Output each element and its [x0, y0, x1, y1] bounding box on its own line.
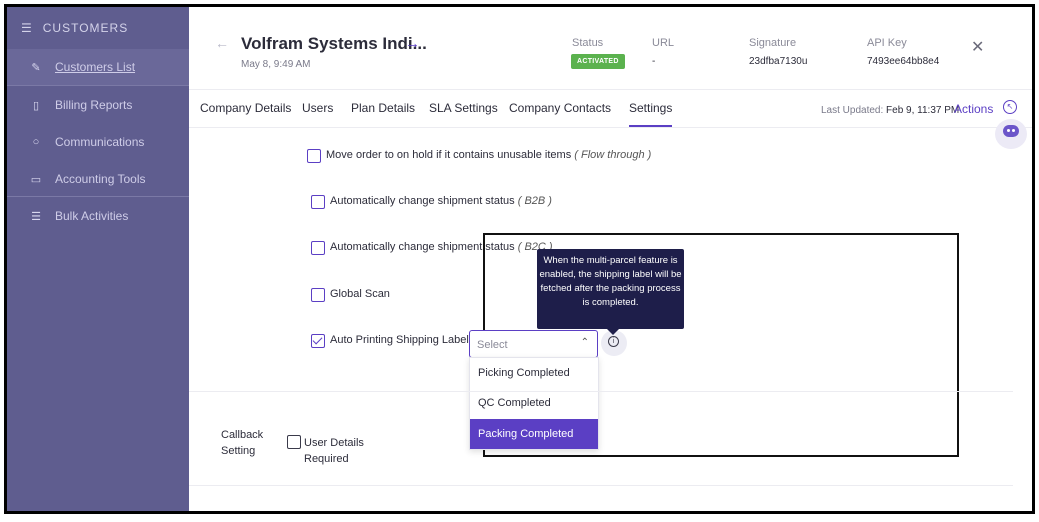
- tab-bar: Company Details Users Plan Details SLA S…: [189, 89, 1032, 128]
- sidebar-header-label: CUSTOMERS: [42, 21, 129, 35]
- user-details-checkbox[interactable]: [287, 435, 301, 449]
- sidebar-item-label: Accounting Tools: [55, 172, 146, 186]
- main-panel: ← Volfram Systems Indi... → May 8, 9:49 …: [189, 7, 1032, 511]
- callback-label-line2: Setting: [221, 445, 256, 457]
- pencil-icon: ✎: [31, 61, 41, 74]
- sidebar-item-accounting-tools[interactable]: ▭ Accounting Tools: [7, 161, 189, 197]
- global-scan-checkbox[interactable]: [311, 288, 325, 302]
- section-divider: [189, 485, 1013, 486]
- customer-header: ← Volfram Systems Indi... → May 8, 9:49 …: [189, 7, 1032, 90]
- option-packing-completed[interactable]: Packing Completed: [470, 419, 598, 449]
- user-details-line1: User Details: [304, 437, 364, 449]
- auto-print-checkbox[interactable]: [311, 334, 325, 348]
- callback-setting-label: Callback Setting: [221, 427, 263, 459]
- change-b2b-label: Automatically change shipment status ( B…: [330, 195, 552, 207]
- sidebar-item-label: Bulk Activities: [55, 209, 129, 223]
- last-updated-label: Last Updated:: [821, 105, 884, 116]
- sidebar-header[interactable]: ☰ CUSTOMERS: [21, 21, 128, 35]
- auto-print-label: Auto Printing Shipping Label: [330, 334, 469, 346]
- option-label: QC Completed: [478, 397, 551, 409]
- api-key-value: 7493ee64bb8e4: [867, 56, 940, 67]
- change-b2c-label: Automatically change shipment status ( B…: [330, 241, 553, 253]
- close-icon[interactable]: ✕: [971, 37, 984, 57]
- signature-value: 23dfba7130u: [749, 56, 808, 67]
- last-updated: Last Updated: Feb 9, 11:37 PM: [821, 105, 959, 116]
- signature-label: Signature: [749, 37, 797, 49]
- change-b2c-checkbox[interactable]: [311, 241, 325, 255]
- change-b2b-text: Automatically change shipment status: [330, 195, 515, 207]
- assistant-bot-icon[interactable]: [995, 119, 1027, 149]
- open-arrow-icon[interactable]: →: [405, 35, 420, 52]
- tab-plan-details[interactable]: Plan Details: [351, 101, 415, 115]
- user-details-label: User Details Required: [304, 435, 364, 467]
- clipboard-icon: ▯: [32, 99, 40, 112]
- ledger-icon: ▭: [30, 173, 42, 186]
- option-label: Packing Completed: [478, 428, 574, 440]
- sidebar-item-billing-reports[interactable]: ▯ Billing Reports: [7, 87, 189, 123]
- url-value: -: [652, 56, 656, 67]
- chevron-up-icon: ⌃: [580, 337, 589, 348]
- change-b2b-note: ( B2B ): [517, 195, 552, 207]
- move-order-label: Move order to on hold if it contains unu…: [326, 149, 651, 161]
- select-dropdown: Picking Completed QC Completed Packing C…: [469, 357, 599, 450]
- sidebar-item-customers-list[interactable]: ✎ Customers List: [7, 49, 189, 85]
- actions-button[interactable]: Actions: [954, 102, 993, 116]
- option-qc-completed[interactable]: QC Completed: [470, 388, 598, 418]
- multi-parcel-tooltip: When the multi-parcel feature is enabled…: [537, 249, 684, 335]
- last-updated-value: Feb 9, 11:37 PM: [886, 105, 960, 116]
- change-b2b-checkbox[interactable]: [311, 195, 325, 209]
- created-date: May 8, 9:49 AM: [241, 59, 311, 70]
- tab-users[interactable]: Users: [302, 101, 333, 115]
- app: ☰ CUSTOMERS ✎ Customers List ▯ Billing R…: [7, 7, 1032, 511]
- sidebar-item-communications[interactable]: ○ Communications: [7, 124, 189, 160]
- screenshot-frame: ☰ CUSTOMERS ✎ Customers List ▯ Billing R…: [4, 4, 1035, 514]
- tab-company-contacts[interactable]: Company Contacts: [509, 101, 611, 115]
- back-arrow-icon[interactable]: ←: [215, 35, 229, 51]
- chat-icon: ○: [32, 136, 40, 148]
- move-order-note: ( Flow through ): [574, 149, 652, 161]
- callback-label-line1: Callback: [221, 429, 264, 441]
- actions-icon[interactable]: ↖: [1003, 100, 1017, 114]
- tab-company-details[interactable]: Company Details: [200, 101, 291, 115]
- section-divider: [189, 391, 1013, 392]
- tab-settings[interactable]: Settings: [629, 101, 673, 127]
- label-trigger-select[interactable]: Select ⌃: [469, 330, 598, 358]
- select-placeholder: Select: [477, 339, 508, 351]
- status-label: Status: [572, 37, 604, 49]
- status-badge: ACTIVATED: [571, 54, 625, 69]
- tab-sla-settings[interactable]: SLA Settings: [429, 101, 498, 115]
- sidebar-divider: [7, 196, 189, 197]
- url-label: URL: [652, 37, 675, 49]
- sidebar-item-label: Communications: [55, 135, 145, 149]
- move-order-checkbox[interactable]: [307, 149, 321, 163]
- sidebar-divider: [7, 85, 189, 86]
- move-order-text: Move order to on hold if it contains unu…: [326, 149, 572, 161]
- change-b2c-text: Automatically change shipment status: [330, 241, 515, 253]
- option-label: Picking Completed: [478, 367, 570, 379]
- info-icon: i: [608, 336, 619, 347]
- customer-title: Volfram Systems Indi...: [241, 34, 427, 53]
- global-scan-label: Global Scan: [330, 288, 390, 300]
- option-picking-completed[interactable]: Picking Completed: [470, 358, 598, 388]
- api-key-label: API Key: [867, 37, 907, 49]
- list-icon: ☰: [31, 210, 41, 223]
- menu-icon[interactable]: ☰: [21, 21, 33, 35]
- user-details-line2: Required: [304, 453, 349, 465]
- sidebar-item-label: Billing Reports: [55, 98, 133, 112]
- sidebar-item-label: Customers List: [55, 60, 136, 74]
- sidebar: ☰ CUSTOMERS ✎ Customers List ▯ Billing R…: [7, 7, 189, 511]
- sidebar-item-bulk-activities[interactable]: ☰ Bulk Activities: [7, 198, 189, 234]
